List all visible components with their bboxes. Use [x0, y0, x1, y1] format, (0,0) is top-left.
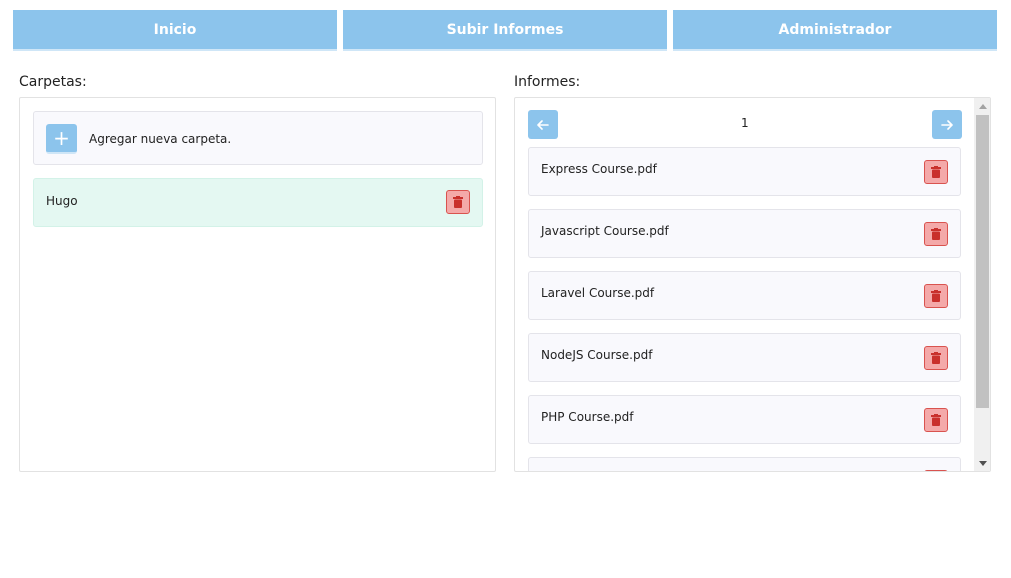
report-file-item[interactable]: PHP Course.pdf [528, 395, 961, 444]
trash-icon [931, 352, 941, 364]
prev-page-button[interactable] [528, 110, 558, 139]
scroll-up-button[interactable] [974, 98, 990, 114]
top-nav: Inicio Subir Informes Administrador [13, 10, 997, 51]
trash-icon [453, 196, 463, 208]
folder-item-label: Hugo [46, 194, 78, 208]
delete-folder-button[interactable] [446, 190, 470, 214]
scroll-down-button[interactable] [974, 455, 990, 471]
report-file-label: NodeJS Course.pdf [541, 348, 653, 362]
trash-icon [931, 290, 941, 302]
reports-panel: 1 Express Course.pdf Javascript Course.p… [514, 97, 991, 472]
next-page-button[interactable] [932, 110, 962, 139]
delete-report-button[interactable] [924, 470, 948, 471]
trash-icon [931, 414, 941, 426]
caret-down-icon [978, 460, 987, 466]
folder-item[interactable]: Hugo [33, 178, 483, 227]
nav-administrador-button[interactable]: Administrador [673, 10, 997, 51]
add-folder-button[interactable]: + [46, 124, 77, 154]
report-file-label: Laravel Course.pdf [541, 286, 655, 300]
report-file-item[interactable]: NodeJS Course.pdf [528, 333, 961, 382]
report-file-item[interactable]: Express Course.pdf [528, 147, 961, 196]
add-folder-row[interactable]: + Agregar nueva carpeta. [33, 111, 483, 165]
report-file-label: Javascript Course.pdf [541, 224, 669, 238]
delete-report-button[interactable] [924, 160, 948, 184]
scroll-thumb[interactable] [976, 115, 989, 408]
delete-report-button[interactable] [924, 222, 948, 246]
trash-icon [931, 228, 941, 240]
reports-scrollbar[interactable] [974, 98, 990, 471]
nav-subir-informes-button[interactable]: Subir Informes [343, 10, 667, 51]
report-file-list: Express Course.pdf Javascript Course.pdf… [528, 147, 961, 471]
report-file-item[interactable]: Laravel Course.pdf [528, 271, 961, 320]
page-number: 1 [741, 116, 749, 130]
report-file-label: PHP Course.pdf [541, 410, 634, 424]
arrow-right-icon [941, 119, 953, 130]
caret-up-icon [978, 103, 987, 109]
trash-icon [931, 166, 941, 178]
folders-panel: + Agregar nueva carpeta. Hugo [19, 97, 496, 472]
report-file-label: Express Course.pdf [541, 162, 657, 176]
report-file-item[interactable] [528, 457, 961, 471]
nav-inicio-button[interactable]: Inicio [13, 10, 337, 51]
report-file-item[interactable]: Javascript Course.pdf [528, 209, 961, 258]
delete-report-button[interactable] [924, 284, 948, 308]
reports-title: Informes: [514, 74, 581, 90]
delete-report-button[interactable] [924, 346, 948, 370]
arrow-left-icon [537, 119, 549, 130]
plus-icon: + [53, 126, 70, 150]
delete-report-button[interactable] [924, 408, 948, 432]
folders-title: Carpetas: [19, 74, 87, 90]
add-folder-label: Agregar nueva carpeta. [89, 132, 232, 146]
